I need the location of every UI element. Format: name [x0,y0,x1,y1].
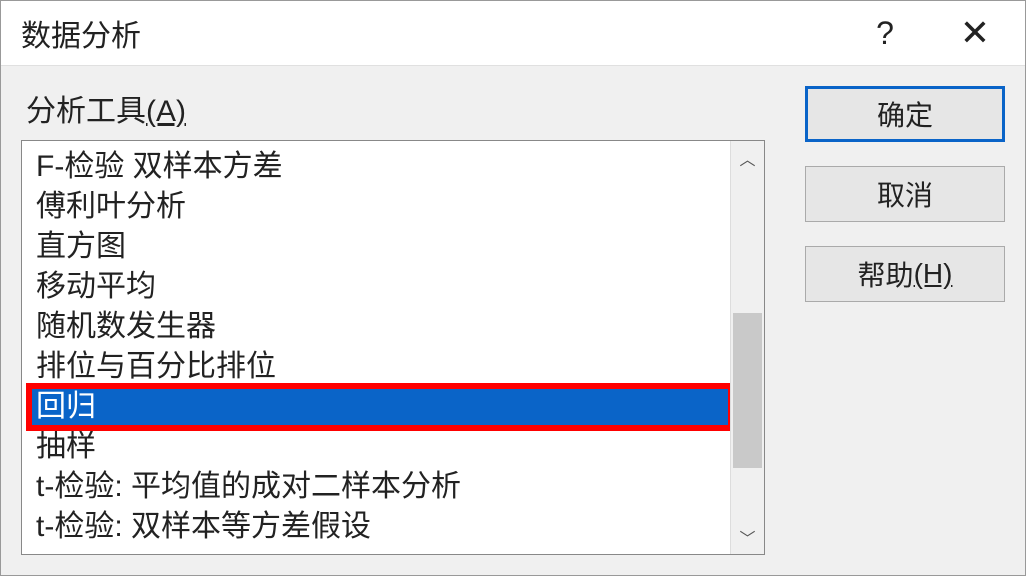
label-text: 分析工具 [26,95,146,128]
list-item[interactable]: 抽样 [30,427,730,467]
scroll-up-button[interactable]: ︿ [731,141,764,175]
list-item[interactable]: t-检验: 平均值的成对二样本分析 [30,467,730,507]
left-panel: 分析工具(A) F-检验 双样本方差傅利叶分析直方图移动平均随机数发生器排位与百… [21,86,765,555]
list-item[interactable]: t-检验: 双样本等方差假设 [30,507,730,547]
list-item[interactable]: 排位与百分比排位 [30,347,730,387]
list-item[interactable]: 傅利叶分析 [30,187,730,227]
button-panel: 确定 取消 帮助(H) [805,86,1005,555]
dialog-body: 分析工具(A) F-检验 双样本方差傅利叶分析直方图移动平均随机数发生器排位与百… [1,66,1025,575]
help-button[interactable]: 帮助(H) [805,246,1005,302]
list-item[interactable]: F-检验 双样本方差 [30,147,730,187]
list-item[interactable]: 随机数发生器 [30,307,730,347]
list-item[interactable]: 直方图 [30,227,730,267]
close-icon[interactable]: ✕ [945,12,1005,54]
listbox-viewport: F-检验 双样本方差傅利叶分析直方图移动平均随机数发生器排位与百分比排位回归抽样… [22,141,730,554]
data-analysis-dialog: 数据分析 ? ✕ 分析工具(A) F-检验 双样本方差傅利叶分析直方图移动平均随… [0,0,1026,576]
scroll-down-button[interactable]: ﹀ [731,520,764,554]
analysis-tools-label: 分析工具(A) [21,86,765,130]
dialog-title: 数据分析 [21,11,855,55]
titlebar: 数据分析 ? ✕ [1,1,1025,66]
label-mnemonic: (A) [146,95,186,128]
scrollbar[interactable]: ︿ ﹀ [730,141,764,554]
cancel-button[interactable]: 取消 [805,166,1005,222]
scroll-thumb[interactable] [733,313,762,468]
help-button-text: 帮助 [858,254,914,294]
help-button-mnemonic: (H) [914,258,953,290]
ok-button[interactable]: 确定 [805,86,1005,142]
analysis-tools-listbox[interactable]: F-检验 双样本方差傅利叶分析直方图移动平均随机数发生器排位与百分比排位回归抽样… [21,140,765,555]
list-item[interactable]: 移动平均 [30,267,730,307]
scroll-track[interactable] [731,175,764,520]
list-item[interactable]: 回归 [30,387,730,427]
help-icon[interactable]: ? [855,15,915,52]
